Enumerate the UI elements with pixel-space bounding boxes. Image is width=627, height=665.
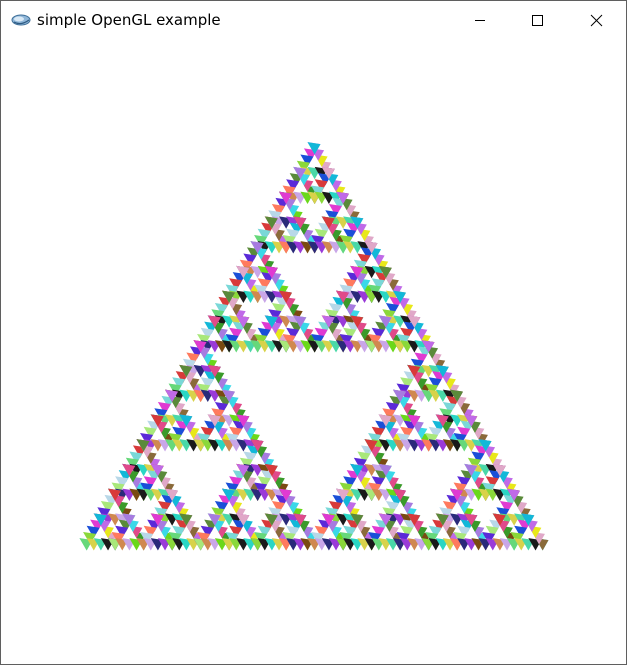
opengl-app-icon <box>11 12 31 28</box>
title-bar[interactable]: simple OpenGL example <box>1 1 626 40</box>
minimize-icon <box>475 20 485 21</box>
opengl-canvas[interactable] <box>1 40 626 664</box>
maximize-button[interactable] <box>515 1 561 40</box>
maximize-icon <box>532 15 543 26</box>
close-button[interactable] <box>573 1 619 40</box>
sierpinski-figure <box>79 142 549 551</box>
minimize-button[interactable] <box>457 1 503 40</box>
window-title: simple OpenGL example <box>37 11 221 29</box>
app-window: simple OpenGL example <box>0 0 627 665</box>
close-icon <box>590 14 603 27</box>
